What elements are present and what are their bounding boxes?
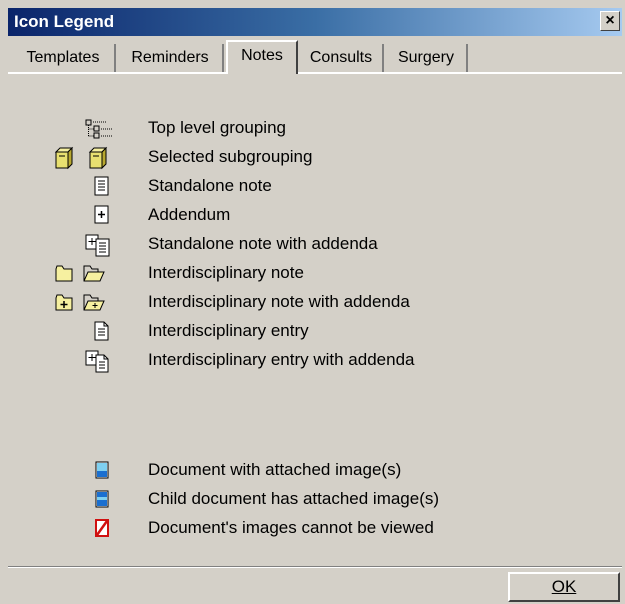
child-image-icon <box>95 490 109 508</box>
legend-row: Document with attached image(s) <box>8 458 622 484</box>
tab-templates[interactable]: Templates <box>12 44 116 72</box>
legend-row: Top level grouping <box>8 116 622 142</box>
addendum-icon <box>94 205 109 224</box>
image-blocked-icon <box>95 519 109 537</box>
legend-row: Standalone note with addenda <box>8 232 622 258</box>
legend-label: Top level grouping <box>148 118 286 137</box>
legend-label: Document with attached image(s) <box>148 460 402 479</box>
legend-row: Interdisciplinary note <box>8 261 622 287</box>
legend-row: Standalone note <box>8 174 622 200</box>
entry-icon <box>94 321 109 341</box>
note-with-addenda-icon <box>85 234 110 257</box>
tab-reminders[interactable]: Reminders <box>118 44 224 72</box>
note-icon <box>94 176 109 196</box>
legend-row: Addendum <box>8 203 622 229</box>
ok-button-label: OK <box>551 577 577 596</box>
tab-notes[interactable]: Notes <box>226 40 298 74</box>
tree-grouping-icon <box>85 119 112 139</box>
legend-row: Interdisciplinary note with addenda <box>8 290 622 316</box>
title-bar[interactable]: Icon Legend × <box>8 8 622 36</box>
legend-panel: Top level grouping Selected subgrouping <box>8 74 622 564</box>
legend-label: Selected subgrouping <box>148 147 313 166</box>
tab-surgery[interactable]: Surgery <box>386 44 468 72</box>
folder-icon <box>55 265 105 282</box>
tab-strip-border <box>8 72 622 74</box>
legend-label: Child document has attached image(s) <box>148 489 440 508</box>
entry-with-addenda-icon <box>85 350 109 373</box>
legend-row: Child document has attached image(s) <box>8 487 622 513</box>
folder-plus-icon <box>55 294 105 311</box>
ok-button[interactable]: OK <box>508 572 620 602</box>
close-button[interactable]: × <box>600 11 620 31</box>
legend-label: Interdisciplinary entry with addenda <box>148 350 415 369</box>
attached-image-icon <box>95 461 109 479</box>
legend-label: Standalone note <box>148 176 272 195</box>
legend-label: Interdisciplinary entry <box>148 321 309 340</box>
legend-row: Selected subgrouping <box>8 145 622 171</box>
window-title: Icon Legend <box>14 12 115 31</box>
legend-label: Document's images cannot be viewed <box>148 518 434 537</box>
legend-row: Document's images cannot be viewed <box>8 516 622 542</box>
icon-legend-dialog: Icon Legend × Templates Reminders Notes … <box>0 0 625 604</box>
legend-label: Addendum <box>148 205 231 224</box>
books-icon <box>54 146 108 170</box>
legend-row: Interdisciplinary entry <box>8 319 622 345</box>
legend-label: Interdisciplinary note with addenda <box>148 292 410 311</box>
legend-label: Standalone note with addenda <box>148 234 378 253</box>
legend-label: Interdisciplinary note <box>148 263 304 282</box>
footer-separator <box>8 566 622 568</box>
tab-consults[interactable]: Consults <box>300 44 384 72</box>
legend-row: Interdisciplinary entry with addenda <box>8 348 622 374</box>
